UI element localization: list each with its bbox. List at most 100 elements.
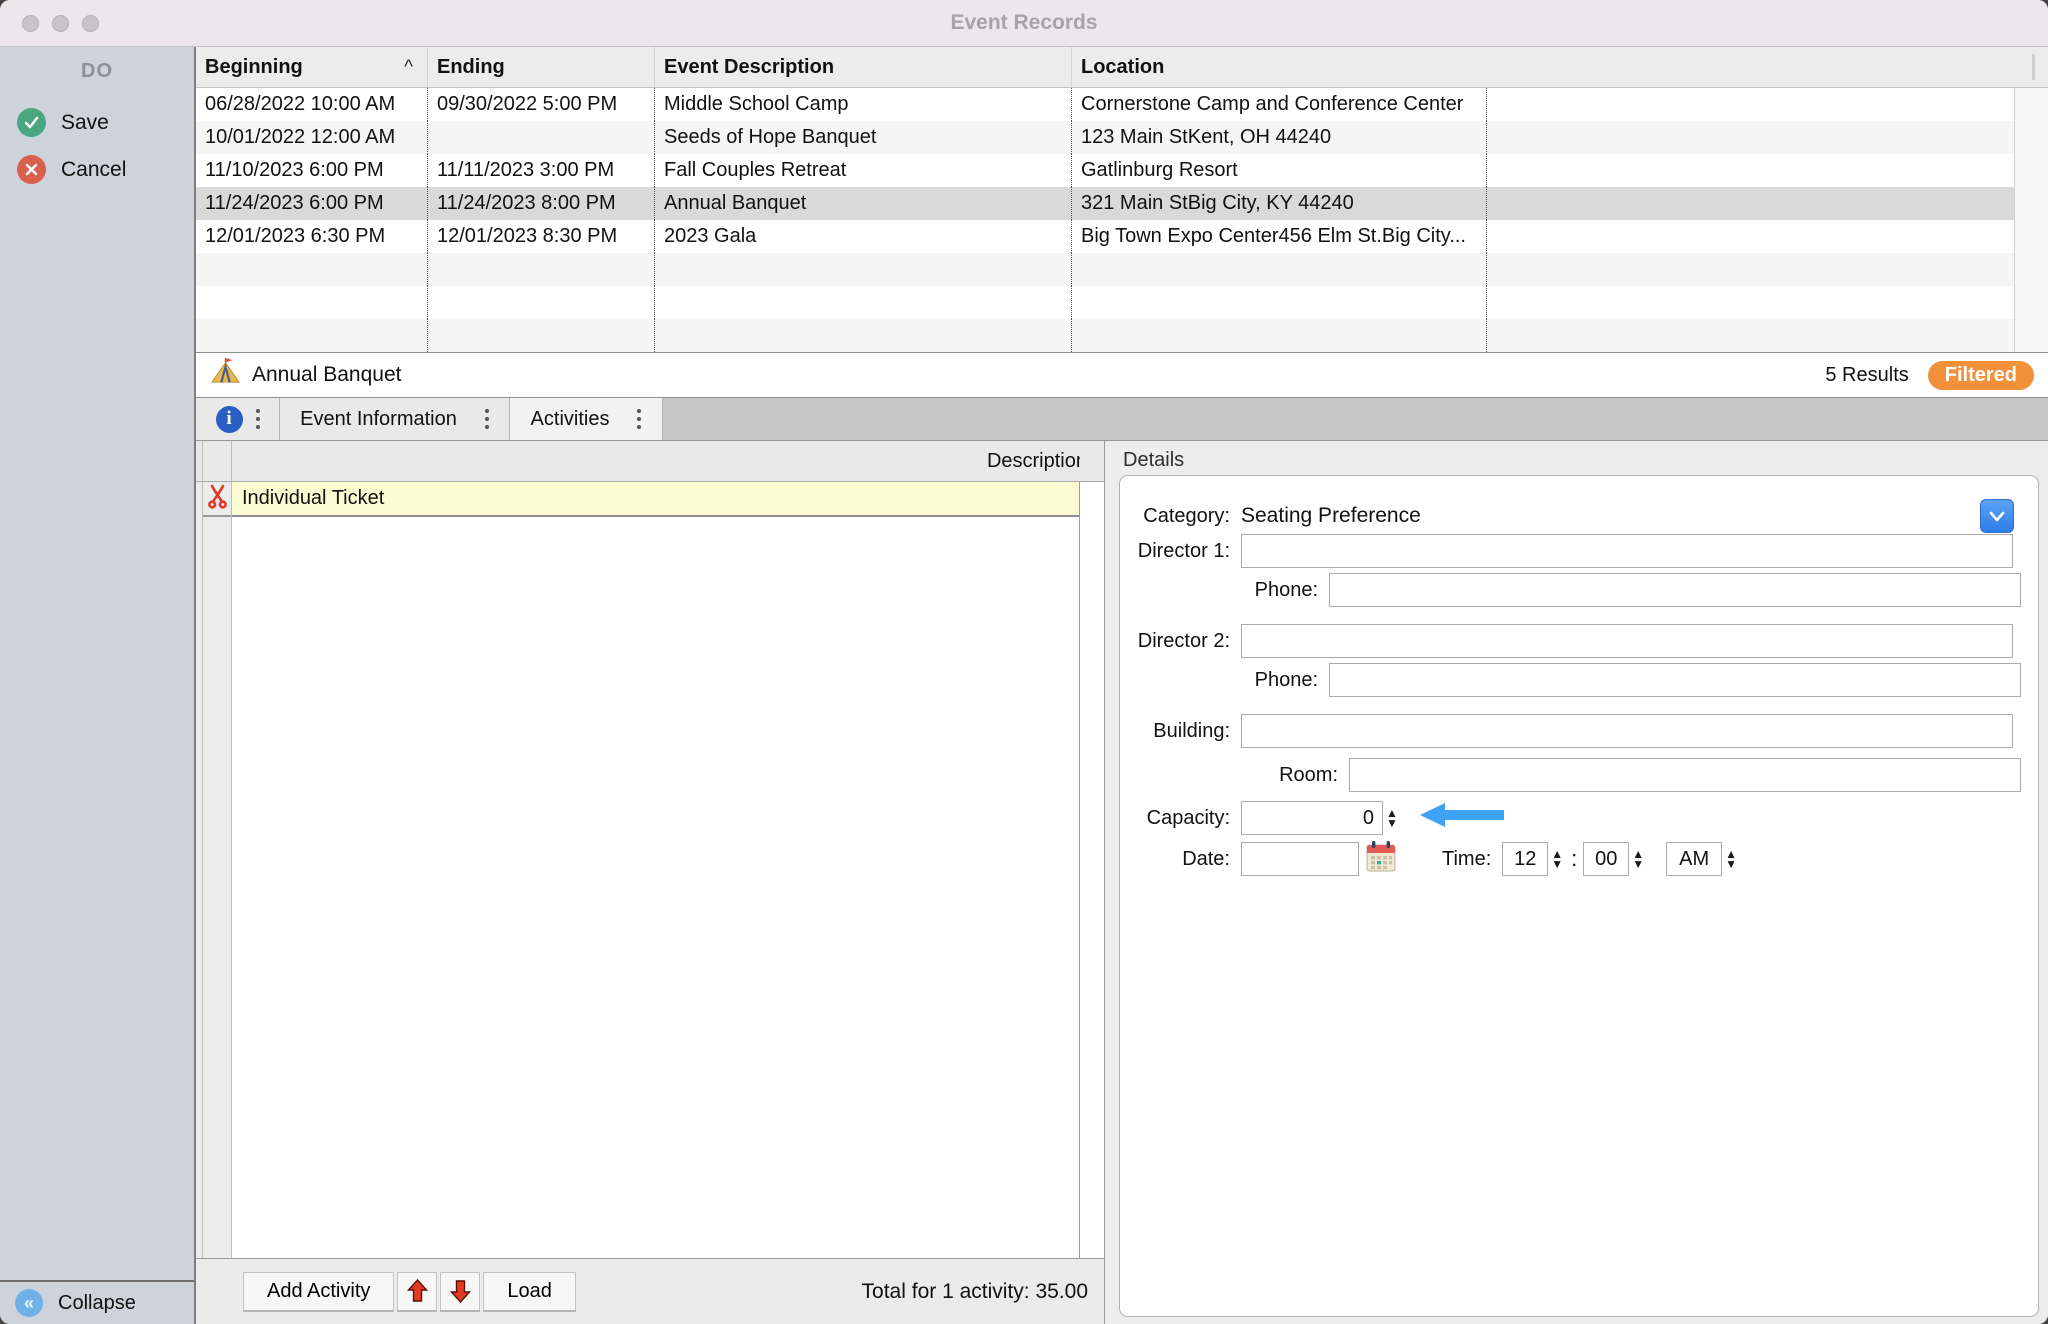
record-title: Annual Banquet bbox=[252, 363, 401, 387]
capacity-stepper[interactable] bbox=[1386, 808, 1398, 828]
calendar-icon[interactable] bbox=[1366, 840, 1396, 879]
collapse-button[interactable]: Collapse bbox=[0, 1280, 194, 1324]
table-row[interactable]: 11/10/2023 6:00 PM 11/11/2023 3:00 PM Fa… bbox=[196, 154, 2048, 187]
close-window-button[interactable] bbox=[22, 15, 39, 32]
collapse-chevrons-icon bbox=[15, 1289, 43, 1317]
menu-dots-icon[interactable] bbox=[256, 417, 260, 421]
director1-label: Director 1: bbox=[1120, 540, 1241, 563]
building-row: Building: bbox=[1120, 713, 2026, 749]
red-up-arrow-icon bbox=[407, 1279, 428, 1303]
category-row: Category: Seating Preference bbox=[1120, 498, 2026, 534]
date-time-row: Date: bbox=[1120, 841, 2026, 877]
hour-stepper[interactable] bbox=[1551, 849, 1563, 869]
load-button[interactable]: Load bbox=[483, 1272, 576, 1312]
capacity-label: Capacity: bbox=[1120, 807, 1241, 830]
events-table-header: Beginning Ending Event Description Locat… bbox=[196, 47, 2048, 88]
sort-ascending-icon bbox=[404, 56, 413, 79]
phone2-label: Phone: bbox=[1120, 669, 1329, 692]
table-row[interactable]: 12/01/2023 6:30 PM 12/01/2023 8:30 PM 20… bbox=[196, 220, 2048, 253]
info-icon bbox=[216, 406, 243, 433]
record-header-bar: Annual Banquet 5 Results Filtered bbox=[196, 353, 2048, 398]
column-header-event-description[interactable]: Event Description bbox=[654, 47, 1071, 87]
save-check-icon bbox=[17, 108, 46, 137]
building-label: Building: bbox=[1120, 720, 1241, 743]
tent-icon bbox=[210, 357, 241, 393]
activities-list-header: Description bbox=[196, 441, 1104, 482]
events-table: Beginning Ending Event Description Locat… bbox=[196, 47, 2048, 353]
save-button[interactable]: Save bbox=[0, 108, 194, 137]
director1-input[interactable] bbox=[1241, 534, 2013, 568]
time-label: Time: bbox=[1442, 848, 1502, 871]
menu-dots-icon[interactable] bbox=[637, 417, 641, 421]
cancel-button[interactable]: Cancel bbox=[0, 155, 194, 184]
activity-row[interactable]: Individual Ticket bbox=[232, 482, 1079, 517]
room-input[interactable] bbox=[1349, 758, 2021, 792]
results-count: 5 Results bbox=[1825, 364, 1908, 387]
column-header-location[interactable]: Location bbox=[1071, 47, 1486, 87]
table-row-empty bbox=[196, 253, 2048, 286]
building-input[interactable] bbox=[1241, 714, 2013, 748]
table-row-empty bbox=[196, 352, 2048, 353]
category-value: Seating Preference bbox=[1241, 504, 1421, 528]
zoom-window-button[interactable] bbox=[82, 15, 99, 32]
filtered-badge: Filtered bbox=[1928, 361, 2034, 390]
time-colon: : bbox=[1571, 846, 1577, 872]
table-row-empty bbox=[196, 319, 2048, 352]
move-up-button[interactable] bbox=[397, 1272, 437, 1312]
director2-row: Director 2: bbox=[1120, 623, 2026, 659]
details-panel: Details Category: Seating Preference Dir… bbox=[1105, 441, 2048, 1324]
minimize-window-button[interactable] bbox=[52, 15, 69, 32]
add-activity-button[interactable]: Add Activity bbox=[243, 1272, 394, 1312]
activities-list-body: Individual Ticket bbox=[196, 482, 1104, 1258]
tab-event-information[interactable]: Event Information bbox=[280, 398, 510, 440]
time-minute-input[interactable] bbox=[1583, 842, 1629, 876]
save-button-label: Save bbox=[61, 111, 109, 135]
sidebar-section-label: DO bbox=[0, 60, 194, 83]
scissors-icon bbox=[208, 484, 227, 514]
ampm-stepper[interactable] bbox=[1725, 849, 1737, 869]
table-row-selected[interactable]: 11/24/2023 6:00 PM 11/24/2023 8:00 PM An… bbox=[196, 187, 2048, 220]
director2-label: Director 2: bbox=[1120, 630, 1241, 653]
annotation-arrow-icon bbox=[1419, 802, 1505, 834]
column-header-beginning[interactable]: Beginning bbox=[196, 56, 427, 79]
ampm-input[interactable] bbox=[1666, 842, 1722, 876]
stepper-down-icon[interactable] bbox=[1551, 859, 1563, 869]
minute-stepper[interactable] bbox=[1632, 849, 1644, 869]
activities-footer: Add Activity Load Total for 1 activity: … bbox=[196, 1258, 1104, 1324]
phone2-input[interactable] bbox=[1329, 663, 2021, 697]
category-label: Category: bbox=[1120, 505, 1241, 528]
table-row[interactable]: 06/28/2022 10:00 AM 09/30/2022 5:00 PM M… bbox=[196, 88, 2048, 121]
action-sidebar: DO Save Cancel Collapse bbox=[0, 47, 196, 1324]
phone1-input[interactable] bbox=[1329, 573, 2021, 607]
phone1-row: Phone: bbox=[1120, 572, 2026, 608]
header-scroll-indicator bbox=[2032, 54, 2035, 80]
stepper-down-icon[interactable] bbox=[1725, 859, 1737, 869]
column-header-description[interactable]: Description bbox=[232, 441, 1080, 481]
menu-dots-icon[interactable] bbox=[485, 417, 489, 421]
info-segment[interactable] bbox=[196, 398, 280, 440]
stepper-down-icon[interactable] bbox=[1386, 818, 1398, 828]
capacity-input[interactable] bbox=[1241, 801, 1383, 835]
collapse-button-label: Collapse bbox=[58, 1292, 136, 1315]
table-scrollbar[interactable] bbox=[2014, 88, 2048, 352]
director1-row: Director 1: bbox=[1120, 533, 2026, 569]
title-bar: Event Records bbox=[0, 0, 2048, 47]
column-header-ending[interactable]: Ending bbox=[427, 47, 654, 87]
table-row-empty bbox=[196, 286, 2048, 319]
stepper-down-icon[interactable] bbox=[1632, 859, 1644, 869]
tab-activities[interactable]: Activities bbox=[510, 398, 663, 440]
date-input[interactable] bbox=[1241, 842, 1359, 876]
date-label: Date: bbox=[1120, 848, 1241, 871]
traffic-lights bbox=[22, 15, 99, 32]
category-dropdown-button[interactable] bbox=[1980, 499, 2014, 533]
table-row[interactable]: 10/01/2022 12:00 AM Seeds of Hope Banque… bbox=[196, 121, 2048, 154]
details-panel-label: Details bbox=[1123, 449, 1184, 472]
move-down-button[interactable] bbox=[440, 1272, 480, 1312]
phone1-label: Phone: bbox=[1120, 579, 1329, 602]
capacity-row: Capacity: bbox=[1120, 800, 2026, 836]
activities-panel: Description bbox=[196, 441, 1105, 1324]
delete-activity-button[interactable] bbox=[203, 482, 231, 517]
cancel-x-icon bbox=[17, 155, 46, 184]
time-hour-input[interactable] bbox=[1502, 842, 1548, 876]
director2-input[interactable] bbox=[1241, 624, 2013, 658]
